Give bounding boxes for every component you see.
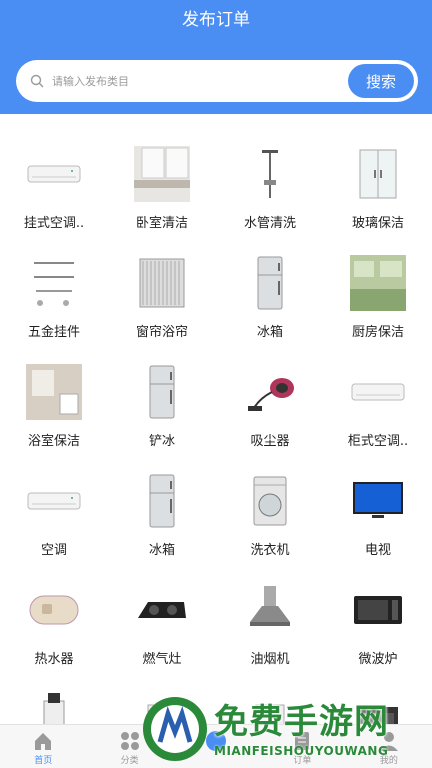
order-icon [295, 732, 310, 750]
microwave-icon [354, 596, 402, 624]
appliance-icon [147, 704, 177, 724]
category-item[interactable]: 吸尘器 [216, 364, 324, 473]
search-button[interactable]: 搜索 [348, 64, 414, 98]
gas-stove-icon [138, 602, 186, 618]
category-label: 吸尘器 [250, 434, 290, 449]
nav-label: 我的 [379, 756, 398, 766]
category-item[interactable] [216, 691, 324, 724]
bottom-nav: 首页 分类 订单 我的 [0, 724, 432, 768]
category-label: 洗衣机 [250, 543, 290, 558]
fridge-icon [149, 365, 175, 419]
wall-ac-icon [27, 165, 81, 183]
category-label: 冰箱 [148, 543, 175, 558]
category-item[interactable]: 电视 [324, 473, 432, 582]
curtain-icon [139, 258, 185, 308]
category-item[interactable]: 厨房保洁 [324, 255, 432, 364]
category-item[interactable] [0, 691, 108, 724]
tv-icon [353, 482, 403, 518]
glass-door-icon [359, 149, 397, 199]
category-label: 微波炉 [358, 652, 398, 667]
ac-unit-icon [351, 383, 405, 401]
water-dispenser-icon [43, 693, 65, 724]
category-label: 空调 [40, 543, 67, 558]
category-item[interactable]: 挂式空调.. [0, 146, 108, 255]
vacuum-icon [248, 378, 294, 411]
nav-item[interactable]: 订单 [259, 725, 345, 768]
category-item[interactable]: 油烟机 [216, 582, 324, 691]
range-hood-icon [250, 586, 290, 626]
category-grid: 挂式空调.. 卧室清洁 水管清洗 玻璃保洁 五金挂件 窗帘浴帘 冰箱 厨房保洁 浴室保洁 铲冰 吸尘… [0, 114, 432, 724]
nav-item[interactable]: 首页 [0, 725, 86, 768]
category-item[interactable]: 热水器 [0, 582, 108, 691]
home-icon [35, 733, 52, 750]
category-label: 挂式空调.. [23, 216, 85, 231]
category-item[interactable]: 燃气灶 [108, 582, 216, 691]
oven-icon [358, 707, 398, 724]
category-item[interactable]: 冰箱 [108, 473, 216, 582]
category-label: 燃气灶 [142, 652, 182, 667]
appliance-icon [255, 704, 285, 724]
nav-label: 订单 [293, 756, 312, 766]
category-item[interactable]: 卧室清洁 [108, 146, 216, 255]
category-item[interactable]: 窗帘浴帘 [108, 255, 216, 364]
kitchen-icon [350, 255, 406, 311]
category-label: 窗帘浴帘 [135, 325, 188, 340]
page-title: 发布订单 [182, 10, 250, 30]
bathroom-icon [26, 364, 82, 420]
category-item[interactable]: 冰箱 [216, 255, 324, 364]
category-label: 电视 [364, 543, 391, 558]
category-item[interactable]: 微波炉 [324, 582, 432, 691]
search-input[interactable] [52, 66, 352, 96]
category-item[interactable]: 柜式空调.. [324, 364, 432, 473]
category-item[interactable]: 玻璃保洁 [324, 146, 432, 255]
nav-label: 首页 [34, 756, 53, 766]
bedroom-icon [134, 146, 190, 202]
category-label: 浴室保洁 [27, 434, 80, 449]
fridge-icon [257, 256, 283, 310]
nav-label: 分类 [120, 756, 139, 766]
nav-item[interactable]: 我的 [346, 725, 432, 768]
water-heater-icon [29, 595, 79, 625]
towel-rack-icon [34, 262, 74, 306]
category-label: 冰箱 [256, 325, 283, 340]
category-item[interactable]: 空调 [0, 473, 108, 582]
category-item[interactable]: 水管清洗 [216, 146, 324, 255]
category-item[interactable]: 铲冰 [108, 364, 216, 473]
category-label: 水管清洗 [243, 216, 296, 231]
nav-item[interactable] [173, 725, 259, 768]
user-icon [379, 732, 398, 751]
category-item[interactable] [108, 691, 216, 724]
search-icon [30, 74, 44, 88]
header: 发布订单 搜索 [0, 0, 432, 114]
category-label: 油烟机 [250, 652, 290, 667]
publish-icon [206, 731, 227, 751]
shower-pipe-icon [262, 150, 278, 198]
category-item[interactable] [324, 691, 432, 724]
category-item[interactable]: 浴室保洁 [0, 364, 108, 473]
category-label: 卧室清洁 [135, 216, 188, 231]
category-label: 五金挂件 [27, 325, 80, 340]
washing-machine-icon [253, 476, 287, 526]
category-label: 铲冰 [148, 434, 175, 449]
category-label: 热水器 [34, 652, 74, 667]
category-label: 厨房保洁 [351, 325, 404, 340]
category-label: 玻璃保洁 [351, 216, 404, 231]
category-item[interactable]: 洗衣机 [216, 473, 324, 582]
category-item[interactable]: 五金挂件 [0, 255, 108, 364]
fridge-icon [149, 474, 175, 528]
grid-icon [120, 732, 139, 750]
wall-ac-icon [27, 492, 81, 510]
search-bar: 搜索 [16, 60, 418, 102]
nav-item[interactable]: 分类 [86, 725, 172, 768]
category-label: 柜式空调.. [347, 434, 409, 449]
